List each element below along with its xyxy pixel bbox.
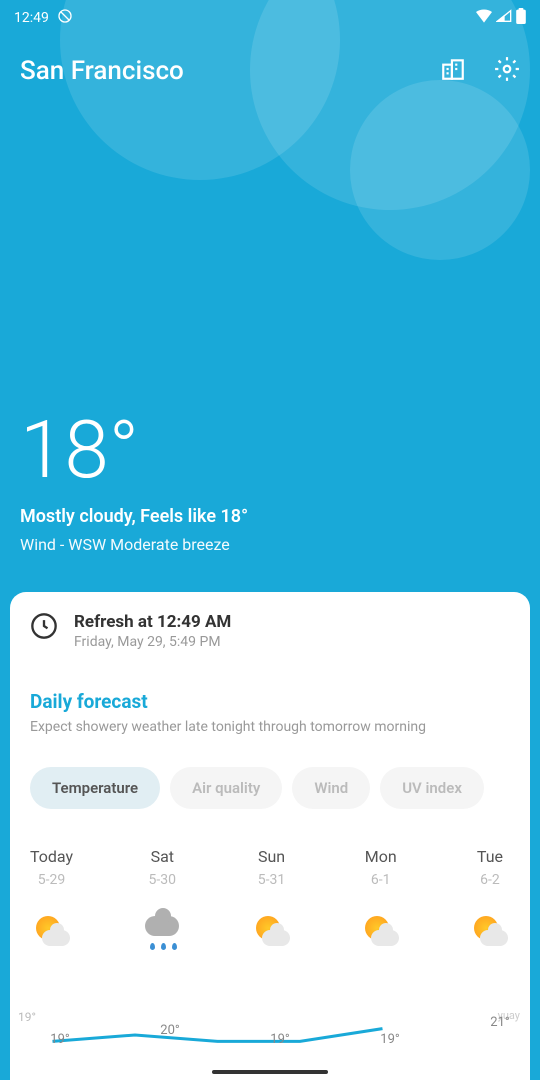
day-name: Today [30, 847, 73, 866]
gear-icon[interactable] [494, 56, 520, 86]
current-wind: Wind - WSW Moderate breeze [20, 535, 248, 554]
refresh-subtitle: Friday, May 29, 5:49 PM [74, 634, 231, 650]
forecast-card: Refresh at 12:49 AM Friday, May 29, 5:49… [10, 592, 530, 1080]
battery-icon [516, 8, 526, 28]
chart-value-label: 19° [380, 1032, 399, 1047]
day-name: Sat [151, 847, 174, 866]
chart-value-label: 20° [160, 1023, 179, 1038]
day-column[interactable]: Sat 5-30 [142, 847, 182, 952]
tab-wind[interactable]: Wind [292, 767, 370, 809]
tab-temperature[interactable]: Temperature [30, 767, 160, 809]
partly-cloudy-icon [252, 912, 292, 952]
city-name[interactable]: San Francisco [20, 56, 184, 86]
partly-cloudy-icon [470, 912, 510, 952]
app-header: San Francisco [0, 28, 540, 86]
rain-icon [142, 912, 182, 952]
forecast-title: Daily forecast [10, 690, 530, 713]
current-weather: 18° Mostly cloudy, Feels like 18° Wind -… [20, 410, 248, 554]
chart-line [30, 1020, 405, 1050]
day-date: 5-29 [38, 872, 65, 888]
tab-air-quality[interactable]: Air quality [170, 767, 282, 809]
dnd-icon [57, 8, 73, 28]
chart-value-label: 19° [270, 1032, 289, 1047]
clock-icon [30, 612, 58, 644]
wifi-icon [476, 9, 492, 27]
status-bar: 12:49 [0, 0, 540, 28]
current-temp: 18° [20, 410, 248, 490]
day-column[interactable]: Tue 6-2 [470, 847, 510, 952]
signal-icon [496, 9, 512, 27]
day-date: 6-2 [480, 872, 500, 888]
partly-cloudy-icon [361, 912, 401, 952]
cities-icon[interactable] [440, 56, 466, 86]
day-date: 5-31 [258, 872, 285, 888]
current-description: Mostly cloudy, Feels like 18° [20, 506, 248, 527]
day-row: Today 5-29 Sat 5-30 Sun 5-31 Mon 6-1 Tue… [10, 847, 530, 952]
refresh-row[interactable]: Refresh at 12:49 AM Friday, May 29, 5:49… [10, 612, 530, 650]
forecast-subtitle: Expect showery weather late tonight thro… [10, 719, 530, 735]
partly-cloudy-icon [32, 912, 72, 952]
day-date: 5-30 [149, 872, 176, 888]
day-name: Tue [477, 847, 503, 866]
tab-uv-index[interactable]: UV index [380, 767, 484, 809]
day-name: Sun [258, 847, 285, 866]
chart-value-label: 21° [490, 1015, 509, 1030]
forecast-tabs: Temperature Air quality Wind UV index [10, 767, 530, 809]
day-column[interactable]: Mon 6-1 [361, 847, 401, 952]
chart-value-label: 19° [50, 1032, 69, 1047]
day-column[interactable]: Sun 5-31 [252, 847, 292, 952]
day-column[interactable]: Today 5-29 [30, 847, 73, 952]
temperature-chart: 19° yuay 19°20°19°19°21° [10, 1002, 530, 1062]
nav-handle[interactable] [212, 1070, 328, 1074]
status-time: 12:49 [14, 10, 49, 26]
refresh-title: Refresh at 12:49 AM [74, 612, 231, 632]
day-name: Mon [365, 847, 397, 866]
day-date: 6-1 [371, 872, 391, 888]
